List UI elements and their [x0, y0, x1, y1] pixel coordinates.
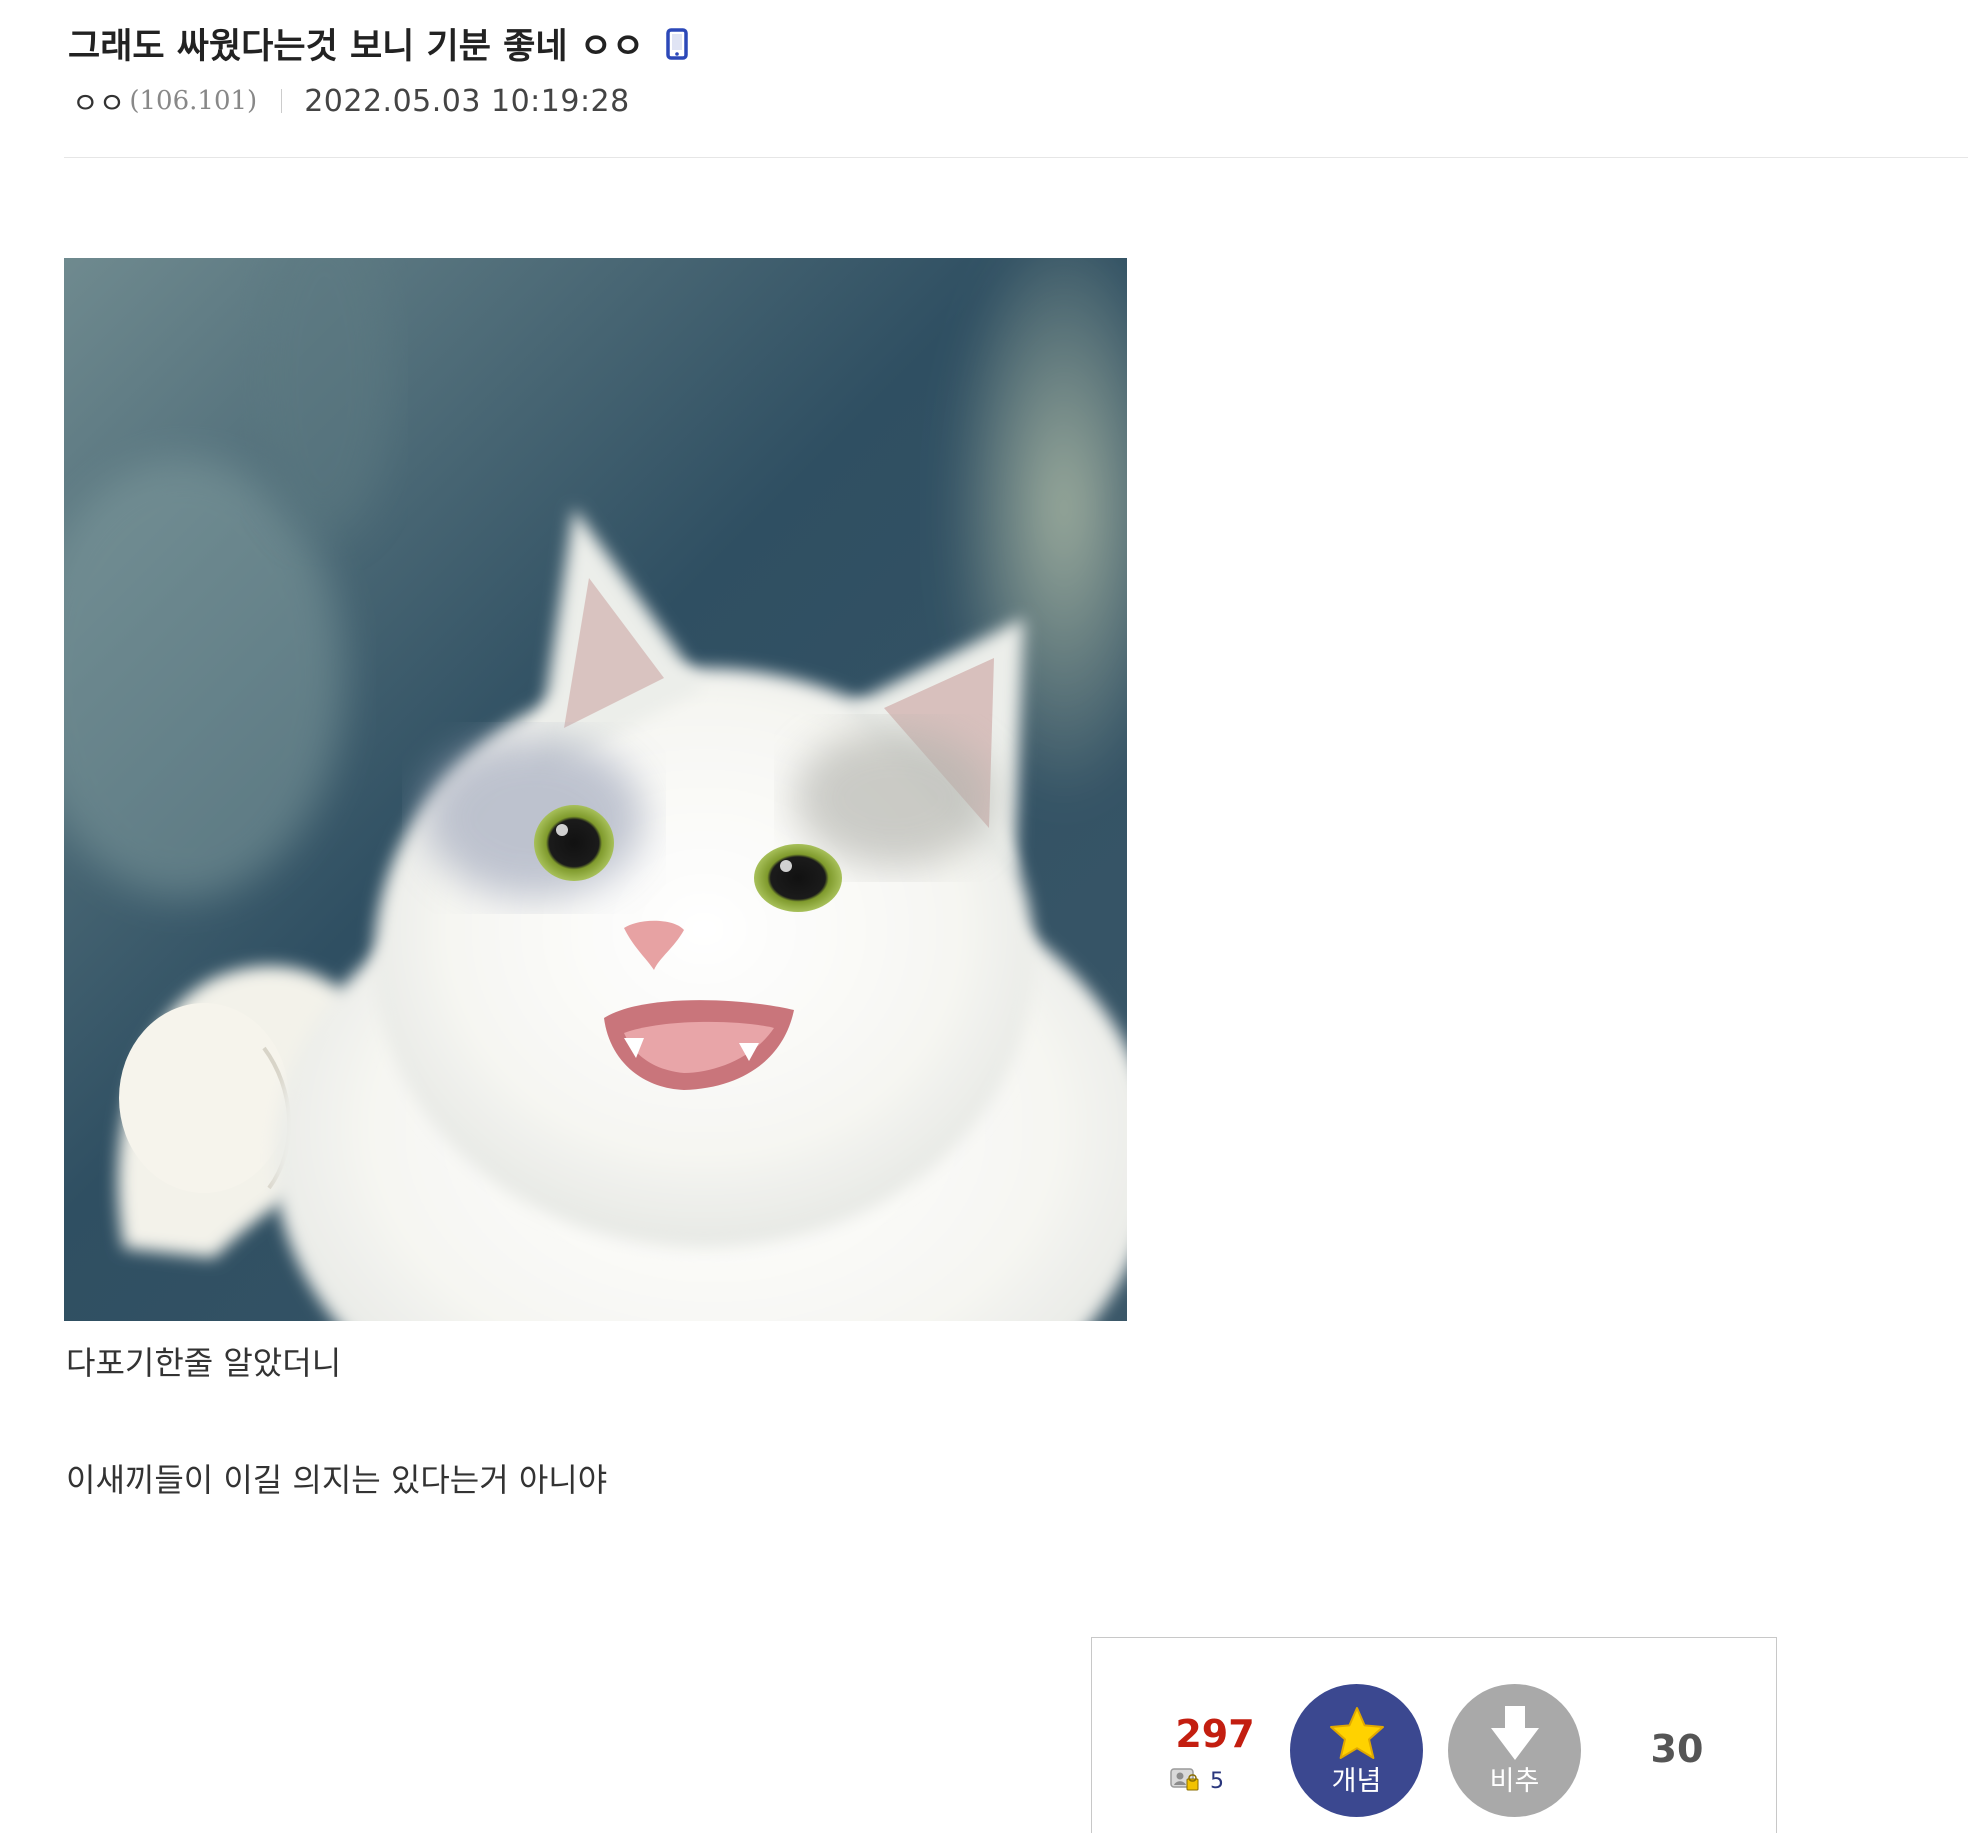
post-date: 2022.05.03 10:19:28 — [304, 83, 630, 119]
mobile-icon — [666, 27, 688, 60]
post-body-line: 다포기한줄 알았더니 — [66, 1344, 342, 1382]
recommend-up-label: 개념 — [1331, 1766, 1382, 1797]
fixed-user-count: 5 — [1210, 1768, 1224, 1794]
recommend-down-button[interactable]: 비추 — [1448, 1684, 1581, 1817]
fixed-user-recommend: 5 — [1170, 1766, 1224, 1796]
down-arrow-icon — [1490, 1706, 1539, 1760]
up-count: 297 — [1175, 1712, 1255, 1756]
writer-nickname[interactable]: ㅇㅇ — [72, 80, 125, 122]
writer-ip: (106.101) — [129, 86, 258, 116]
post-meta: ㅇㅇ (106.101) 2022.05.03 10:19:28 — [72, 80, 630, 122]
meta-divider — [281, 89, 283, 113]
post-title: 그래도 싸웠다는것 보니 기분 좋네 ㅇㅇ — [68, 18, 688, 69]
post-body-line: 이새끼들이 이길 의지는 있다는거 아니야 — [66, 1461, 608, 1499]
post-view: 그래도 싸웠다는것 보니 기분 좋네 ㅇㅇ ㅇㅇ (106.101) 2022.… — [0, 0, 1968, 1833]
fixed-user-icon — [1170, 1766, 1200, 1796]
header-divider — [64, 157, 1968, 158]
post-image[interactable] — [64, 258, 1127, 1321]
recommend-box: 297 5 개념 비추 30 — [1091, 1637, 1777, 1833]
star-icon — [1329, 1707, 1384, 1759]
recommend-down-label: 비추 — [1489, 1766, 1540, 1797]
recommend-up-button[interactable]: 개념 — [1290, 1684, 1423, 1817]
down-count: 30 — [1650, 1727, 1704, 1771]
post-title-text: 그래도 싸웠다는것 보니 기분 좋네 ㅇㅇ — [68, 27, 645, 67]
